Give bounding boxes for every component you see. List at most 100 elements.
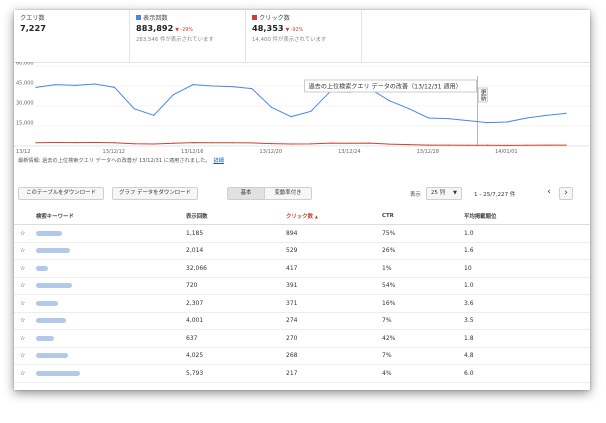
impressions-point[interactable] (270, 106, 273, 108)
impressions-point[interactable] (447, 118, 449, 120)
impressions-point[interactable] (172, 94, 175, 96)
col-header-ctr[interactable]: CTR (382, 208, 464, 225)
table-row[interactable]: ☆ 2,307 371 16% 3.6 (14, 294, 590, 313)
clicks-point[interactable] (231, 142, 233, 144)
clicks-point[interactable] (113, 142, 116, 144)
impressions-point[interactable] (35, 86, 37, 88)
table-row[interactable]: ☆ 637 270 42% 1.8 (14, 329, 590, 348)
impressions-point[interactable] (467, 120, 469, 122)
col-header-impressions[interactable]: 表示回数 (186, 208, 286, 225)
impressions-point[interactable] (55, 84, 57, 86)
star-icon[interactable]: ☆ (14, 242, 36, 260)
table-row[interactable]: ☆ 4,001 274 7% 3.5 (14, 312, 590, 330)
impressions-point[interactable] (506, 121, 508, 123)
ctr-cell: 7% (382, 347, 464, 365)
impressions-point[interactable] (94, 83, 96, 85)
impressions-point[interactable] (310, 110, 312, 112)
star-icon[interactable]: ☆ (14, 277, 36, 295)
clicks-point[interactable] (467, 144, 469, 146)
clicks-point[interactable] (486, 144, 489, 146)
keyword-cell[interactable] (36, 259, 186, 278)
impressions-point[interactable] (290, 116, 292, 118)
table-row[interactable]: ☆ 5,793 217 4% 6.0 (14, 364, 590, 383)
impressions-point[interactable] (153, 114, 155, 116)
table-row[interactable]: ☆ 32,066 417 1% 10 (14, 259, 590, 278)
download-table-button[interactable]: このテーブルをダウンロード (18, 187, 104, 200)
position-cell: 1.0 (464, 224, 590, 243)
impressions-point[interactable] (192, 84, 194, 86)
details-link[interactable]: 詳細 (213, 158, 223, 164)
clicks-point[interactable] (526, 144, 528, 146)
clicks-point[interactable] (349, 142, 351, 144)
table-row[interactable]: ☆ 4,025 268 7% 4.8 (14, 347, 590, 365)
clicks-point[interactable] (369, 142, 371, 144)
clicks-point[interactable] (94, 141, 96, 144)
impressions-point[interactable] (231, 86, 233, 88)
clicks-cell: 274 (286, 312, 382, 330)
star-icon[interactable]: ☆ (14, 364, 36, 383)
rows-per-page-select[interactable]: 25 列 ▼ (426, 187, 462, 200)
segment-basic[interactable]: 基本 (227, 187, 265, 200)
impressions-point[interactable] (486, 122, 489, 124)
position-cell: 1.0 (464, 277, 590, 295)
clicks-point[interactable] (270, 143, 273, 145)
metric-queries[interactable]: クエリ数 7,227 (14, 10, 130, 62)
clicks-point[interactable] (133, 143, 135, 145)
star-icon[interactable]: ☆ (14, 312, 36, 330)
keyword-cell[interactable] (36, 364, 186, 383)
impressions-point[interactable] (388, 100, 390, 102)
clicks-point[interactable] (251, 142, 253, 144)
keyword-cell[interactable] (36, 277, 186, 295)
impressions-point[interactable] (251, 88, 253, 90)
download-chart-button[interactable]: グラフ データをダウンロード (112, 187, 198, 200)
star-icon[interactable]: ☆ (14, 329, 36, 348)
keyword-cell[interactable] (36, 347, 186, 365)
col-header-keyword[interactable]: 検索キーワード (36, 208, 186, 225)
clicks-point[interactable] (55, 141, 57, 144)
impressions-point[interactable] (212, 85, 214, 87)
keyword-cell[interactable] (36, 224, 186, 243)
star-icon[interactable]: ☆ (14, 224, 36, 243)
clicks-point[interactable] (388, 143, 390, 145)
metric-impressions[interactable]: 表示回数 883,892 ▼ -29% 283,546 件が表示されています (130, 10, 246, 62)
next-page-button[interactable]: › (559, 187, 573, 200)
star-icon[interactable]: ☆ (14, 259, 36, 278)
prev-page-button[interactable]: ‹ (542, 187, 556, 200)
clicks-point[interactable] (35, 142, 37, 144)
impressions-point[interactable] (113, 86, 116, 88)
metric-clicks[interactable]: クリック数 48,353 ▼ -92% 14,400 件が表示されています (246, 10, 362, 62)
star-icon[interactable]: ☆ (14, 294, 36, 313)
clicks-point[interactable] (172, 142, 175, 144)
clicks-point[interactable] (310, 143, 312, 145)
clicks-point[interactable] (545, 144, 547, 146)
keyword-cell[interactable] (36, 242, 186, 260)
col-header-clicks[interactable]: クリック数 ▲ (286, 208, 382, 225)
segment-with-changes[interactable]: 変動率付き (264, 187, 312, 200)
impressions-point[interactable] (545, 114, 547, 116)
impressions-point[interactable] (408, 108, 410, 110)
clicks-point[interactable] (427, 144, 430, 146)
clicks-point[interactable] (153, 143, 155, 145)
keyword-cell[interactable] (36, 312, 186, 330)
clicks-point[interactable] (329, 142, 332, 144)
clicks-point[interactable] (447, 144, 449, 146)
table-row[interactable]: ☆ 2,014 529 26% 1.6 (14, 242, 590, 260)
keyword-cell[interactable] (36, 329, 186, 348)
clicks-point[interactable] (506, 144, 508, 146)
star-icon[interactable]: ☆ (14, 347, 36, 365)
clicks-point[interactable] (565, 144, 567, 146)
impressions-point[interactable] (74, 84, 76, 86)
clicks-point[interactable] (408, 144, 410, 146)
col-header-position[interactable]: 平均掲載順位 (464, 208, 590, 225)
clicks-point[interactable] (74, 142, 76, 144)
impressions-point[interactable] (427, 117, 430, 119)
table-row[interactable]: ☆ 720 391 54% 1.0 (14, 277, 590, 295)
clicks-point[interactable] (212, 142, 214, 144)
impressions-point[interactable] (526, 117, 528, 119)
clicks-point[interactable] (290, 143, 292, 145)
impressions-point[interactable] (133, 108, 135, 110)
table-row[interactable]: ☆ 1,185 894 75% 1.0 (14, 224, 590, 243)
clicks-point[interactable] (192, 142, 194, 144)
keyword-cell[interactable] (36, 294, 186, 313)
impressions-point[interactable] (565, 112, 567, 114)
